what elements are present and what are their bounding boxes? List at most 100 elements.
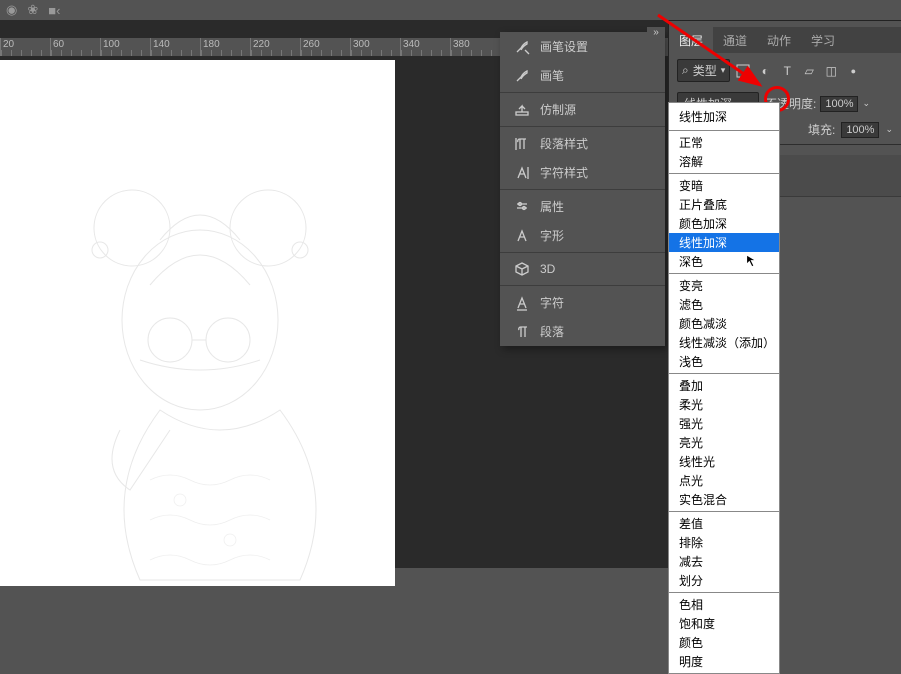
cube-icon (514, 261, 530, 277)
flyout-item-label: 画笔设置 (540, 38, 588, 55)
blend-item[interactable]: 滤色 (669, 295, 779, 314)
panel-tabs: 图层通道动作学习 (669, 27, 901, 53)
ruler-segment: 20 (0, 38, 50, 56)
separator (500, 252, 665, 253)
flyout-item-label: 仿制源 (540, 101, 576, 118)
blend-item[interactable]: 线性减淡（添加） (669, 333, 779, 352)
blend-item[interactable]: 明度 (669, 652, 779, 671)
flyout-item-glyph[interactable]: 字形 (500, 221, 665, 250)
ruler-segment: 140 (150, 38, 200, 56)
para-icon (514, 324, 530, 340)
blend-item[interactable]: 减去 (669, 552, 779, 571)
blend-item[interactable]: 线性光 (669, 452, 779, 471)
chevron-down-icon[interactable]: ⌄ (862, 98, 870, 109)
flyout-item-char[interactable]: 字符 (500, 288, 665, 317)
tab-0[interactable]: 图层 (669, 27, 713, 53)
separator (500, 126, 665, 127)
ruler-segment: 60 (50, 38, 100, 56)
blend-item[interactable]: 点光 (669, 471, 779, 490)
blend-item[interactable]: 变亮 (669, 276, 779, 295)
blend-item[interactable]: 颜色 (669, 633, 779, 652)
flyout-item-props[interactable]: 属性 (500, 192, 665, 221)
fill-value[interactable]: 100% (841, 122, 879, 138)
blend-item[interactable]: 柔光 (669, 395, 779, 414)
flyout-item-label: 3D (540, 262, 555, 276)
flyout-item-label: 画笔 (540, 67, 564, 84)
ruler-segment: 260 (300, 38, 350, 56)
blend-group: 正常溶解 (669, 131, 779, 174)
filter-shape-icon[interactable]: ▱ (800, 62, 818, 80)
blend-item[interactable]: 溶解 (669, 152, 779, 171)
filter-pixel-icon[interactable] (734, 62, 752, 80)
filter-toggle-icon[interactable]: ● (844, 62, 862, 80)
blend-item[interactable]: 深色 (669, 252, 779, 271)
blend-item[interactable]: 颜色加深 (669, 214, 779, 233)
flyout-item-brushcfg[interactable]: 画笔设置 (500, 32, 665, 61)
blend-item[interactable]: 线性加深 (669, 105, 779, 128)
blend-item[interactable]: 线性加深 (669, 233, 779, 252)
flyout-item-label: 属性 (540, 198, 564, 215)
brushcfg-icon (514, 39, 530, 55)
blend-item[interactable]: 正片叠底 (669, 195, 779, 214)
tab-1[interactable]: 通道 (713, 27, 757, 53)
separator (500, 285, 665, 286)
sync-icon[interactable]: ❀ (27, 2, 38, 18)
tab-3[interactable]: 学习 (801, 27, 845, 53)
blend-current-header: 线性加深 (669, 103, 779, 131)
blend-item[interactable]: 变暗 (669, 176, 779, 195)
eye-icon[interactable]: ◉ (6, 2, 17, 18)
flyout-item-brush[interactable]: 画笔 (500, 61, 665, 90)
panel-flyout-menu[interactable]: » 画笔设置画笔仿制源段落样式字符样式属性字形3D字符段落 (500, 32, 665, 346)
flyout-item-label: 段落样式 (540, 135, 588, 152)
flyout-item-clone[interactable]: 仿制源 (500, 95, 665, 124)
layer-filter-type-combo[interactable]: ⌕ 类型 ▾ (677, 59, 730, 82)
blend-group: 叠加柔光强光亮光线性光点光实色混合 (669, 374, 779, 512)
ruler-segment: 300 (350, 38, 400, 56)
layer-filter-row: ⌕ 类型 ▾ ◐ T ▱ ◫ ● (669, 53, 901, 88)
ruler-segment: 340 (400, 38, 450, 56)
blend-item[interactable]: 实色混合 (669, 490, 779, 509)
tab-2[interactable]: 动作 (757, 27, 801, 53)
blend-item[interactable]: 亮光 (669, 433, 779, 452)
cursor-icon (745, 253, 759, 270)
clone-icon (514, 102, 530, 118)
opacity-value[interactable]: 100% (820, 96, 858, 112)
props-icon (514, 199, 530, 215)
filter-adjust-icon[interactable]: ◐ (756, 62, 774, 80)
blend-item[interactable]: 色相 (669, 595, 779, 614)
blend-mode-dropdown[interactable]: 线性加深 正常溶解变暗正片叠底颜色加深线性加深深色变亮滤色颜色减淡线性减淡（添加… (668, 102, 780, 674)
blend-item[interactable]: 饱和度 (669, 614, 779, 633)
blend-group: 色相饱和度颜色明度 (669, 593, 779, 673)
ruler-segment: 220 (250, 38, 300, 56)
opacity-control[interactable]: 不透明度: 100% ⌄ (765, 95, 870, 112)
blend-group: 变暗正片叠底颜色加深线性加深深色 (669, 174, 779, 274)
blend-item[interactable]: 颜色减淡 (669, 314, 779, 333)
flyout-item-parastyle[interactable]: 段落样式 (500, 129, 665, 158)
app-topbar: ◉ ❀ ■‹ (0, 0, 901, 20)
filter-type-icon[interactable]: T (778, 62, 796, 80)
camera-icon[interactable]: ■‹ (48, 3, 60, 18)
blend-item[interactable]: 叠加 (669, 376, 779, 395)
flyout-item-para[interactable]: 段落 (500, 317, 665, 346)
brush-icon (514, 68, 530, 84)
blend-group: 差值排除减去划分 (669, 512, 779, 593)
filter-smart-icon[interactable]: ◫ (822, 62, 840, 80)
flyout-item-charstyle[interactable]: 字符样式 (500, 158, 665, 187)
chevron-down-icon[interactable]: ⌄ (885, 124, 893, 135)
blend-item[interactable]: 排除 (669, 533, 779, 552)
flyout-item-label: 段落 (540, 323, 564, 340)
fill-label: 填充: (808, 121, 835, 138)
blend-item[interactable]: 强光 (669, 414, 779, 433)
flyout-item-label: 字符 (540, 294, 564, 311)
blend-item[interactable]: 划分 (669, 571, 779, 590)
glyph-icon (514, 228, 530, 244)
parastyle-icon (514, 136, 530, 152)
blend-item[interactable]: 浅色 (669, 352, 779, 371)
flyout-item-label: 字符样式 (540, 164, 588, 181)
blend-item[interactable]: 差值 (669, 514, 779, 533)
canvas[interactable] (0, 60, 395, 586)
blend-item[interactable]: 正常 (669, 133, 779, 152)
collapse-chevron-icon[interactable]: » (647, 27, 665, 37)
flyout-item-cube[interactable]: 3D (500, 255, 665, 283)
chevron-down-icon: ▾ (721, 65, 726, 76)
